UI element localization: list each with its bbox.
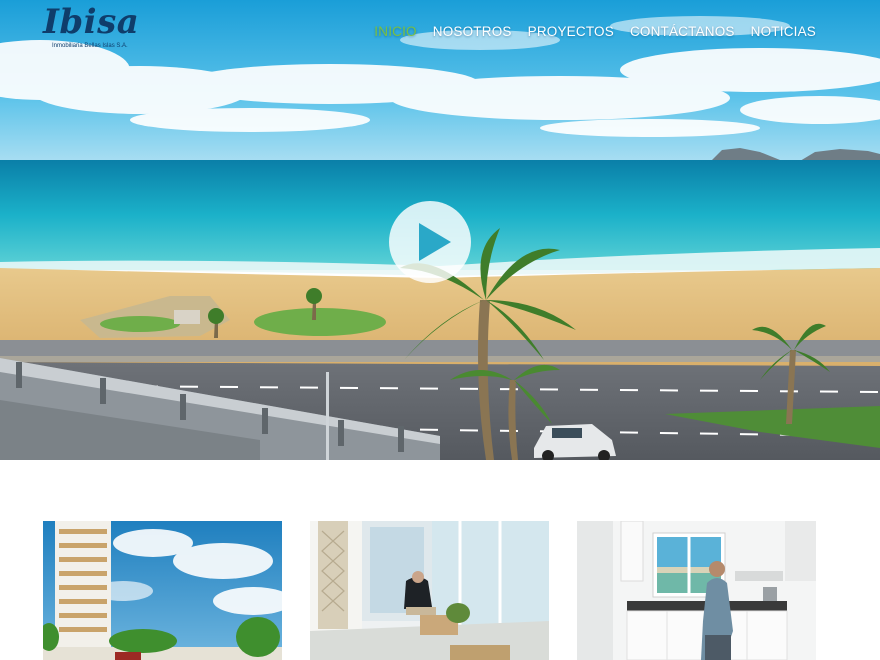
building-image [43, 521, 282, 660]
project-card-living-room[interactable] [310, 521, 549, 660]
play-video-button[interactable] [389, 201, 471, 283]
logo-subtitle: Inmobiliaria Bellas Islas S.A. [52, 43, 128, 49]
play-icon [419, 223, 451, 261]
project-card-kitchen[interactable] [577, 521, 816, 660]
living-room-image [310, 521, 549, 660]
project-card-building[interactable] [43, 521, 282, 660]
kitchen-image [577, 521, 816, 660]
nav-item-nosotros[interactable]: NOSOTROS [433, 24, 512, 39]
logo-wordmark: Ibisa [43, 2, 140, 42]
hero-banner: Ibisa Inmobiliaria Bellas Islas S.A. INI… [0, 0, 880, 460]
nav-item-inicio[interactable]: INICIO [374, 24, 416, 39]
logo[interactable]: Ibisa Inmobiliaria Bellas Islas S.A. [40, 2, 139, 54]
nav-item-contactanos[interactable]: CONTÁCTANOS [630, 24, 735, 39]
nav-item-proyectos[interactable]: PROYECTOS [528, 24, 614, 39]
main-nav: INICIO NOSOTROS PROYECTOS CONTÁCTANOS NO… [374, 24, 816, 39]
nav-item-noticias[interactable]: NOTICIAS [751, 24, 816, 39]
